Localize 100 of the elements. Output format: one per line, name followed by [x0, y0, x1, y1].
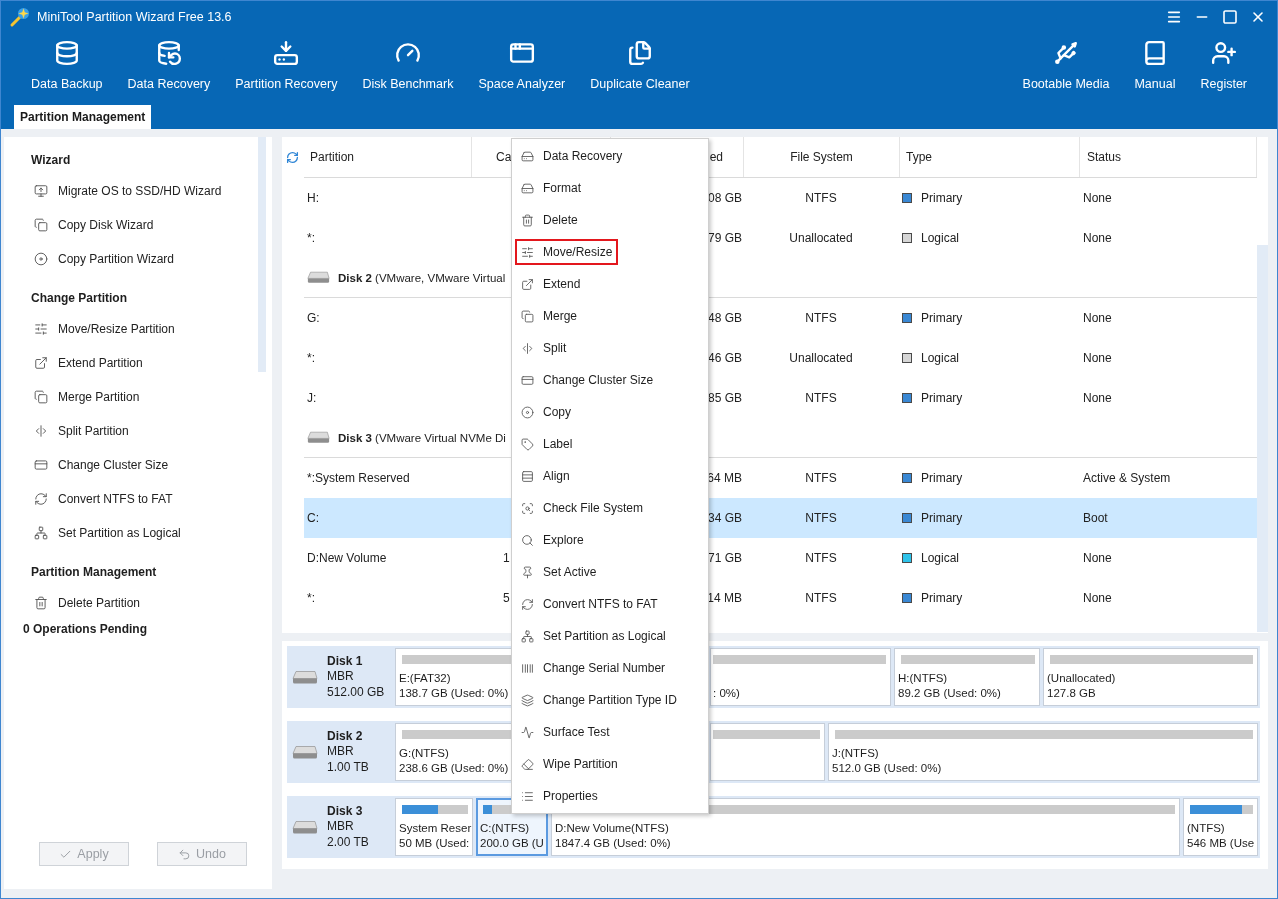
- table-cell: *:: [307, 231, 315, 245]
- search-icon: [521, 533, 534, 547]
- menu-item[interactable]: Change Cluster Size: [515, 367, 660, 393]
- table-cell: NTFS: [805, 471, 837, 485]
- table-cell: Unallocated: [789, 351, 853, 365]
- scan-search-icon: [521, 501, 534, 515]
- column-header[interactable]: Ca: [496, 150, 512, 164]
- table-cell: Logical: [921, 351, 960, 365]
- table-cell: Primary: [921, 471, 963, 485]
- section-heading: Partition Management: [31, 564, 157, 580]
- menu-item[interactable]: Format: [515, 175, 587, 201]
- menu-item[interactable]: Change Partition Type ID: [515, 687, 683, 713]
- column-header[interactable]: Partition: [310, 150, 355, 164]
- table-cell: *:: [307, 351, 315, 365]
- menu-item[interactable]: Wipe Partition: [515, 751, 624, 777]
- toolbar-button[interactable]: Partition Recovery: [235, 33, 338, 101]
- card-icon: [521, 373, 534, 387]
- menu-item[interactable]: Extend: [515, 271, 587, 297]
- menu-icon[interactable]: [1166, 9, 1182, 25]
- close-icon[interactable]: [1250, 9, 1266, 25]
- menu-item[interactable]: Align: [515, 463, 576, 489]
- disk-scheme: MBR: [327, 669, 354, 685]
- partition-detail: : 0%): [713, 686, 740, 701]
- disk-name: Disk 1: [327, 653, 363, 670]
- disk-scheme: MBR: [327, 744, 354, 760]
- table-cell: NTFS: [805, 511, 837, 525]
- menu-item[interactable]: Copy: [515, 399, 577, 425]
- toolbar-button[interactable]: Space Analyzer: [478, 33, 566, 101]
- maximize-icon[interactable]: [1222, 9, 1238, 25]
- sidebar-item[interactable]: Extend Partition: [34, 352, 143, 374]
- partition-detail: 1847.4 GB (Used: 0%): [555, 836, 671, 851]
- partition-block[interactable]: (NTFS) 546 MB (Use: [1183, 798, 1258, 856]
- drive-icon: [292, 669, 318, 685]
- tab[interactable]: Partition Management: [14, 105, 152, 129]
- drive-icon: [307, 431, 330, 444]
- menu-item[interactable]: Data Recovery: [515, 143, 629, 169]
- sidebar-item[interactable]: Set Partition as Logical: [34, 522, 181, 544]
- sidebar-item[interactable]: Copy Disk Wizard: [34, 214, 154, 236]
- menu-item[interactable]: Merge: [515, 303, 583, 329]
- sidebar-item[interactable]: Copy Partition Wizard: [34, 248, 175, 270]
- scrollbar-thumb[interactable]: [1257, 245, 1268, 632]
- toolbar-button[interactable]: Register: [1200, 33, 1247, 101]
- sidebar-item[interactable]: Split Partition: [34, 420, 129, 442]
- menu-item[interactable]: Set Partition as Logical: [515, 623, 672, 649]
- column-header[interactable]: Status: [1087, 150, 1122, 164]
- refresh-icon[interactable]: [286, 150, 299, 164]
- toolbar-button[interactable]: Duplicate Cleaner: [590, 33, 690, 101]
- scrollbar-thumb[interactable]: [258, 137, 266, 372]
- sidebar-item[interactable]: Delete Partition: [34, 592, 141, 614]
- sidebar-item[interactable]: Convert NTFS to FAT: [34, 488, 173, 510]
- vertical-separator-icon: [521, 341, 534, 355]
- table-cell: Primary: [921, 311, 963, 325]
- sidebar-item[interactable]: Move/Resize Partition: [34, 318, 175, 340]
- table-cell: Active & System: [1083, 471, 1171, 485]
- table-cell: None: [1083, 231, 1112, 245]
- partition-block[interactable]: System Reser 50 MB (Used:: [395, 798, 473, 856]
- pending-operations-label: 0 Operations Pending: [23, 621, 148, 637]
- toolbar-button[interactable]: Bootable Media: [1022, 33, 1110, 101]
- menu-item[interactable]: Change Serial Number: [515, 655, 672, 681]
- menu-item[interactable]: Set Active: [515, 559, 603, 585]
- column-header[interactable]: Type: [906, 150, 932, 164]
- eraser-icon: [521, 757, 534, 771]
- toolbar-button[interactable]: Data Recovery: [127, 33, 211, 101]
- toolbar-button[interactable]: Disk Benchmark: [362, 33, 454, 101]
- table-cell: 1: [503, 551, 510, 565]
- undo-icon: [178, 847, 192, 861]
- menu-item[interactable]: Explore: [515, 527, 590, 553]
- toolbar-button[interactable]: Manual: [1134, 33, 1176, 101]
- hard-drive-icon: [521, 181, 534, 195]
- column-header[interactable]: File System: [790, 150, 853, 164]
- sidebar-item[interactable]: Migrate OS to SSD/HD Wizard: [34, 180, 222, 202]
- table-cell: 48 GB: [707, 311, 742, 325]
- section-heading: Change Partition: [31, 290, 127, 306]
- app-window-icon: [508, 40, 535, 66]
- toolbar-button[interactable]: Data Backup: [31, 33, 103, 101]
- sidebar-item[interactable]: Change Cluster Size: [34, 454, 169, 476]
- menu-item[interactable]: Split: [515, 335, 573, 361]
- card-icon: [34, 458, 48, 472]
- table-cell: None: [1083, 191, 1112, 205]
- table-cell: NTFS: [805, 591, 837, 605]
- partition-label: (Unallocated): [1047, 671, 1116, 686]
- menu-item[interactable]: Surface Test: [515, 719, 616, 745]
- table-cell: NTFS: [805, 191, 837, 205]
- menu-item[interactable]: Move/Resize: [515, 239, 619, 265]
- partition-detail: 238.6 GB (Used: 0%): [399, 761, 509, 776]
- partition-label: D:New Volume(NTFS): [555, 821, 669, 836]
- sidebar-item[interactable]: Merge Partition: [34, 386, 140, 408]
- partition-block[interactable]: (Unallocated) 127.8 GB: [1043, 648, 1258, 706]
- column-header[interactable]: ed: [709, 150, 723, 164]
- window-title: MiniTool Partition Wizard Free 13.6: [37, 10, 232, 24]
- user-plus-icon: [1210, 40, 1237, 66]
- menu-item[interactable]: Convert NTFS to FAT: [515, 591, 664, 617]
- table-cell: 14 MB: [707, 591, 742, 605]
- menu-item[interactable]: Label: [515, 431, 579, 457]
- menu-item[interactable]: Check File System: [515, 495, 650, 521]
- partition-block[interactable]: H:(NTFS) 89.2 GB (Used: 0%): [894, 648, 1040, 706]
- disk-size: 2.00 TB: [327, 834, 369, 851]
- menu-item[interactable]: Delete: [515, 207, 584, 233]
- partition-block[interactable]: J:(NTFS) 512.0 GB (Used: 0%): [828, 723, 1258, 781]
- partition-block[interactable]: : 0%): [710, 648, 891, 706]
